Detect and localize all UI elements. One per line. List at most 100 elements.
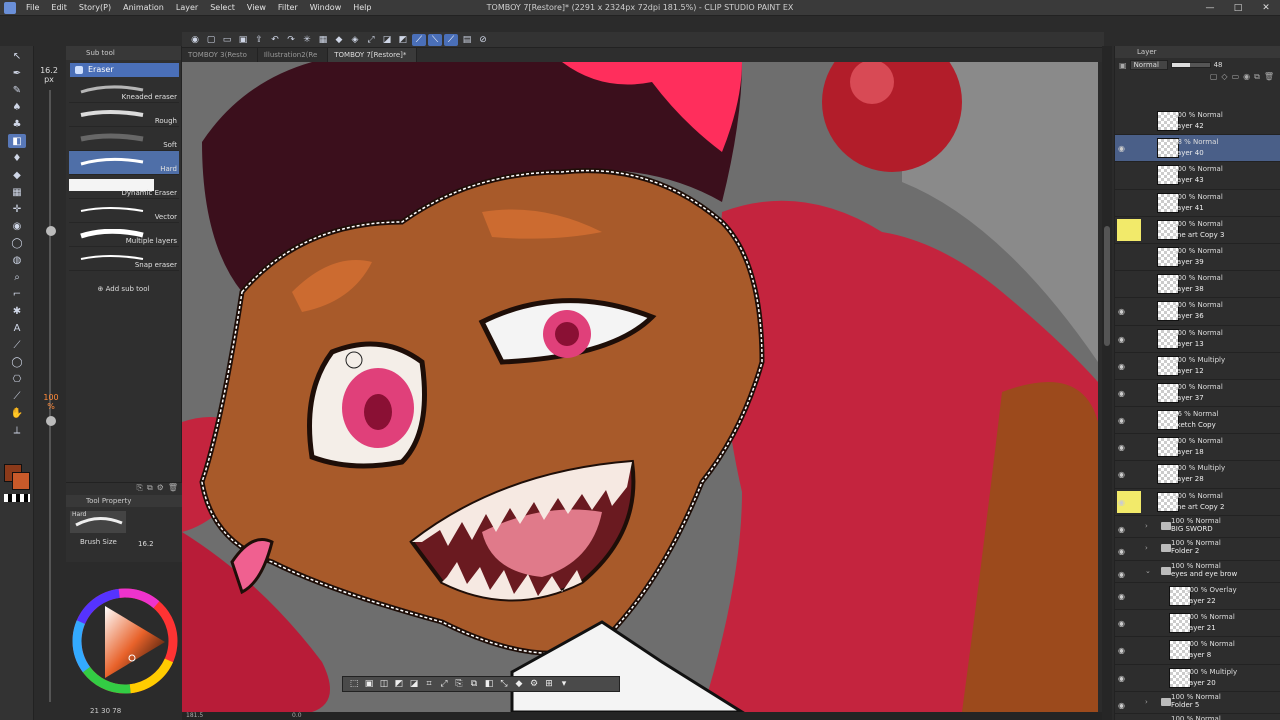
layer-property-icon[interactable]: ▣ (1119, 61, 1127, 70)
eye-icon[interactable]: ◉ (1118, 443, 1125, 452)
menu-window[interactable]: Window (304, 0, 348, 16)
eye-icon[interactable]: ◉ (1118, 498, 1125, 507)
layer-row[interactable]: ◉ 100 % Multiply Layer 12 (1115, 353, 1280, 380)
layer-row[interactable]: 100 % Normal line art Copy 3 (1115, 217, 1280, 244)
chevron-icon[interactable]: › (1145, 544, 1148, 552)
sub-tool-vector[interactable]: Vector (69, 199, 179, 223)
selection-tool-icon[interactable]: ✛ (8, 202, 26, 216)
color-chips[interactable] (2, 462, 32, 492)
airbrush-tool-icon[interactable]: ♣ (8, 117, 26, 131)
maximize-button[interactable]: □ (1224, 0, 1252, 16)
clear-selection-icon[interactable]: ◪ (407, 678, 421, 690)
expand-selection-icon[interactable]: ◫ (377, 678, 391, 690)
transform-selection-icon[interactable]: ⤢ (437, 678, 451, 690)
layer-row[interactable]: ◉ 100 % Normal Layer 37 (1115, 380, 1280, 408)
layer-row[interactable]: ◉ 100 % Normal Layer 8 (1115, 637, 1280, 665)
canvas[interactable] (182, 62, 1098, 712)
layer-row[interactable]: ◉ 100 % Normal Layer 13 (1115, 326, 1280, 353)
layer-row[interactable]: 100 % Normal Layer 39 (1115, 244, 1280, 272)
eye-icon[interactable]: ◉ (1118, 362, 1125, 371)
layer-row[interactable]: ◉ 100 % Multiply Layer 28 (1115, 461, 1280, 489)
menu-select[interactable]: Select (204, 0, 241, 16)
eye-icon[interactable]: ◉ (1118, 144, 1125, 153)
close-button[interactable]: ✕ (1252, 0, 1280, 16)
sub-tool-kneaded-eraser[interactable]: Kneaded eraser (69, 79, 179, 103)
layer-row[interactable]: ◉ 100 % Normal Layer 21 (1115, 610, 1280, 638)
fill-icon[interactable]: ◆ (332, 34, 346, 46)
invert-selection-icon[interactable]: ▣ (362, 678, 376, 690)
sub-tool-multiple-layers[interactable]: Multiple layers (69, 223, 179, 247)
line-tool-icon[interactable]: ⟋ (8, 338, 26, 352)
panel-scrollbar[interactable] (1102, 46, 1112, 720)
fill-icon[interactable]: ◆ (512, 678, 526, 690)
export-icon[interactable]: ⇪ (252, 34, 266, 46)
zoom-value[interactable]: 181.5 (186, 712, 203, 719)
rotation-value[interactable]: 0.0 (292, 712, 302, 720)
scale-icon[interactable]: ◪ (380, 34, 394, 46)
eye-icon[interactable]: ◉ (1118, 547, 1125, 556)
eye-icon[interactable]: ◉ (1118, 307, 1125, 316)
menu-story[interactable]: Story(P) (73, 0, 117, 16)
new-raster-layer-icon[interactable]: ▢ (1210, 72, 1218, 86)
eye-icon[interactable]: ◉ (1118, 701, 1125, 710)
merge-layer-icon[interactable]: ⧉ (1254, 72, 1260, 86)
layer-row[interactable]: ◉ 100 % Normal line art Copy 2 (1115, 489, 1280, 516)
layer-row[interactable]: ◉ 100 % Overlay Layer 22 (1115, 583, 1280, 611)
layer-folder[interactable]: ◉ › 100 % Normal BIG SWORD (1115, 516, 1280, 539)
companion-icon[interactable]: ⊘ (476, 34, 490, 46)
eye-icon[interactable]: ◉ (1118, 470, 1125, 479)
layer-opacity-value[interactable]: 48 (1214, 61, 1223, 69)
eye-icon[interactable]: ◉ (1118, 570, 1125, 579)
menu-view[interactable]: View (241, 0, 272, 16)
snap-special-ruler-icon[interactable]: ⟍ (428, 33, 442, 46)
selection-border-icon[interactable]: ◩ (396, 34, 410, 46)
blend-mode-select[interactable]: Normal (1129, 60, 1168, 70)
clear-outside-icon[interactable]: ▦ (316, 34, 330, 46)
new-raster-icon[interactable]: ◈ (348, 34, 362, 46)
layer-folder[interactable]: ◉ › 100 % Normal Folder 2 (1115, 538, 1280, 561)
artwork-illustration[interactable] (182, 62, 1098, 712)
eye-icon[interactable]: ◉ (1118, 525, 1125, 534)
pencil-tool-icon[interactable]: ✎ (8, 83, 26, 97)
pen-tool-icon[interactable]: ✒ (8, 66, 26, 80)
expand-icon[interactable]: ⊞ (542, 678, 556, 690)
layer-mask-icon[interactable]: ◉ (1243, 72, 1250, 86)
opacity-slider-knob[interactable] (46, 416, 56, 426)
move-tool-icon[interactable]: ↖ (8, 49, 26, 63)
ruler-tool-icon[interactable]: ⟋ (8, 389, 26, 403)
eye-icon[interactable]: ◉ (1118, 416, 1125, 425)
tab-tomboy-7[interactable]: TOMBOY 7[Restore]* (328, 48, 418, 62)
open-file-icon[interactable]: ▭ (220, 34, 234, 46)
text-tool-icon[interactable]: A (8, 321, 26, 335)
settings-icon[interactable]: ⚙ (527, 678, 541, 690)
layer-opacity-slider[interactable] (1170, 62, 1211, 68)
scale-selection-icon[interactable]: ⤡ (497, 678, 511, 690)
figure-tool-icon[interactable]: ◯ (8, 355, 26, 369)
snap-grid-icon[interactable]: ⟋ (444, 33, 458, 46)
chevron-icon[interactable]: › (1145, 698, 1148, 706)
layer-row[interactable]: 100 % Normal Layer 42 (1115, 108, 1280, 136)
eye-icon[interactable]: ◉ (1118, 646, 1125, 655)
delete-icon[interactable]: 🗑 (168, 483, 178, 495)
gradient-tool-icon[interactable]: ▦ (8, 185, 26, 199)
hand-tool-icon[interactable]: ✋ (8, 406, 26, 420)
app-logo-icon[interactable]: ◉ (188, 34, 202, 46)
sub-tool-hard[interactable]: Hard (69, 151, 179, 175)
copy-selection-icon[interactable]: ⎘ (452, 678, 466, 690)
fill-selection-icon[interactable]: ◩ (392, 678, 406, 690)
transparent-color-chip[interactable] (4, 494, 30, 502)
brush-size-field[interactable]: 16.2 (138, 540, 154, 548)
scroll-thumb[interactable] (1104, 226, 1110, 346)
color-picker-tool-icon[interactable]: ⟂ (8, 423, 26, 437)
layer-row[interactable]: 100 % Normal Layer 38 (1115, 271, 1280, 299)
zoom-tool-icon[interactable]: ⌕ (8, 270, 26, 284)
eye-icon[interactable]: ◉ (1118, 674, 1125, 683)
ellipse-tool-icon[interactable]: ◯ (8, 236, 26, 250)
tab-tomboy-3[interactable]: TOMBOY 3(Resto (182, 48, 258, 62)
redo-icon[interactable]: ↷ (284, 34, 298, 46)
crop-icon[interactable]: ⌗ (422, 678, 436, 690)
clear-icon[interactable]: ✳ (300, 34, 314, 46)
duplicate-icon[interactable]: ⧉ (147, 483, 153, 495)
layer-row[interactable]: ◉ 100 % Normal Layer 18 (1115, 434, 1280, 462)
menu-layer[interactable]: Layer (170, 0, 204, 16)
